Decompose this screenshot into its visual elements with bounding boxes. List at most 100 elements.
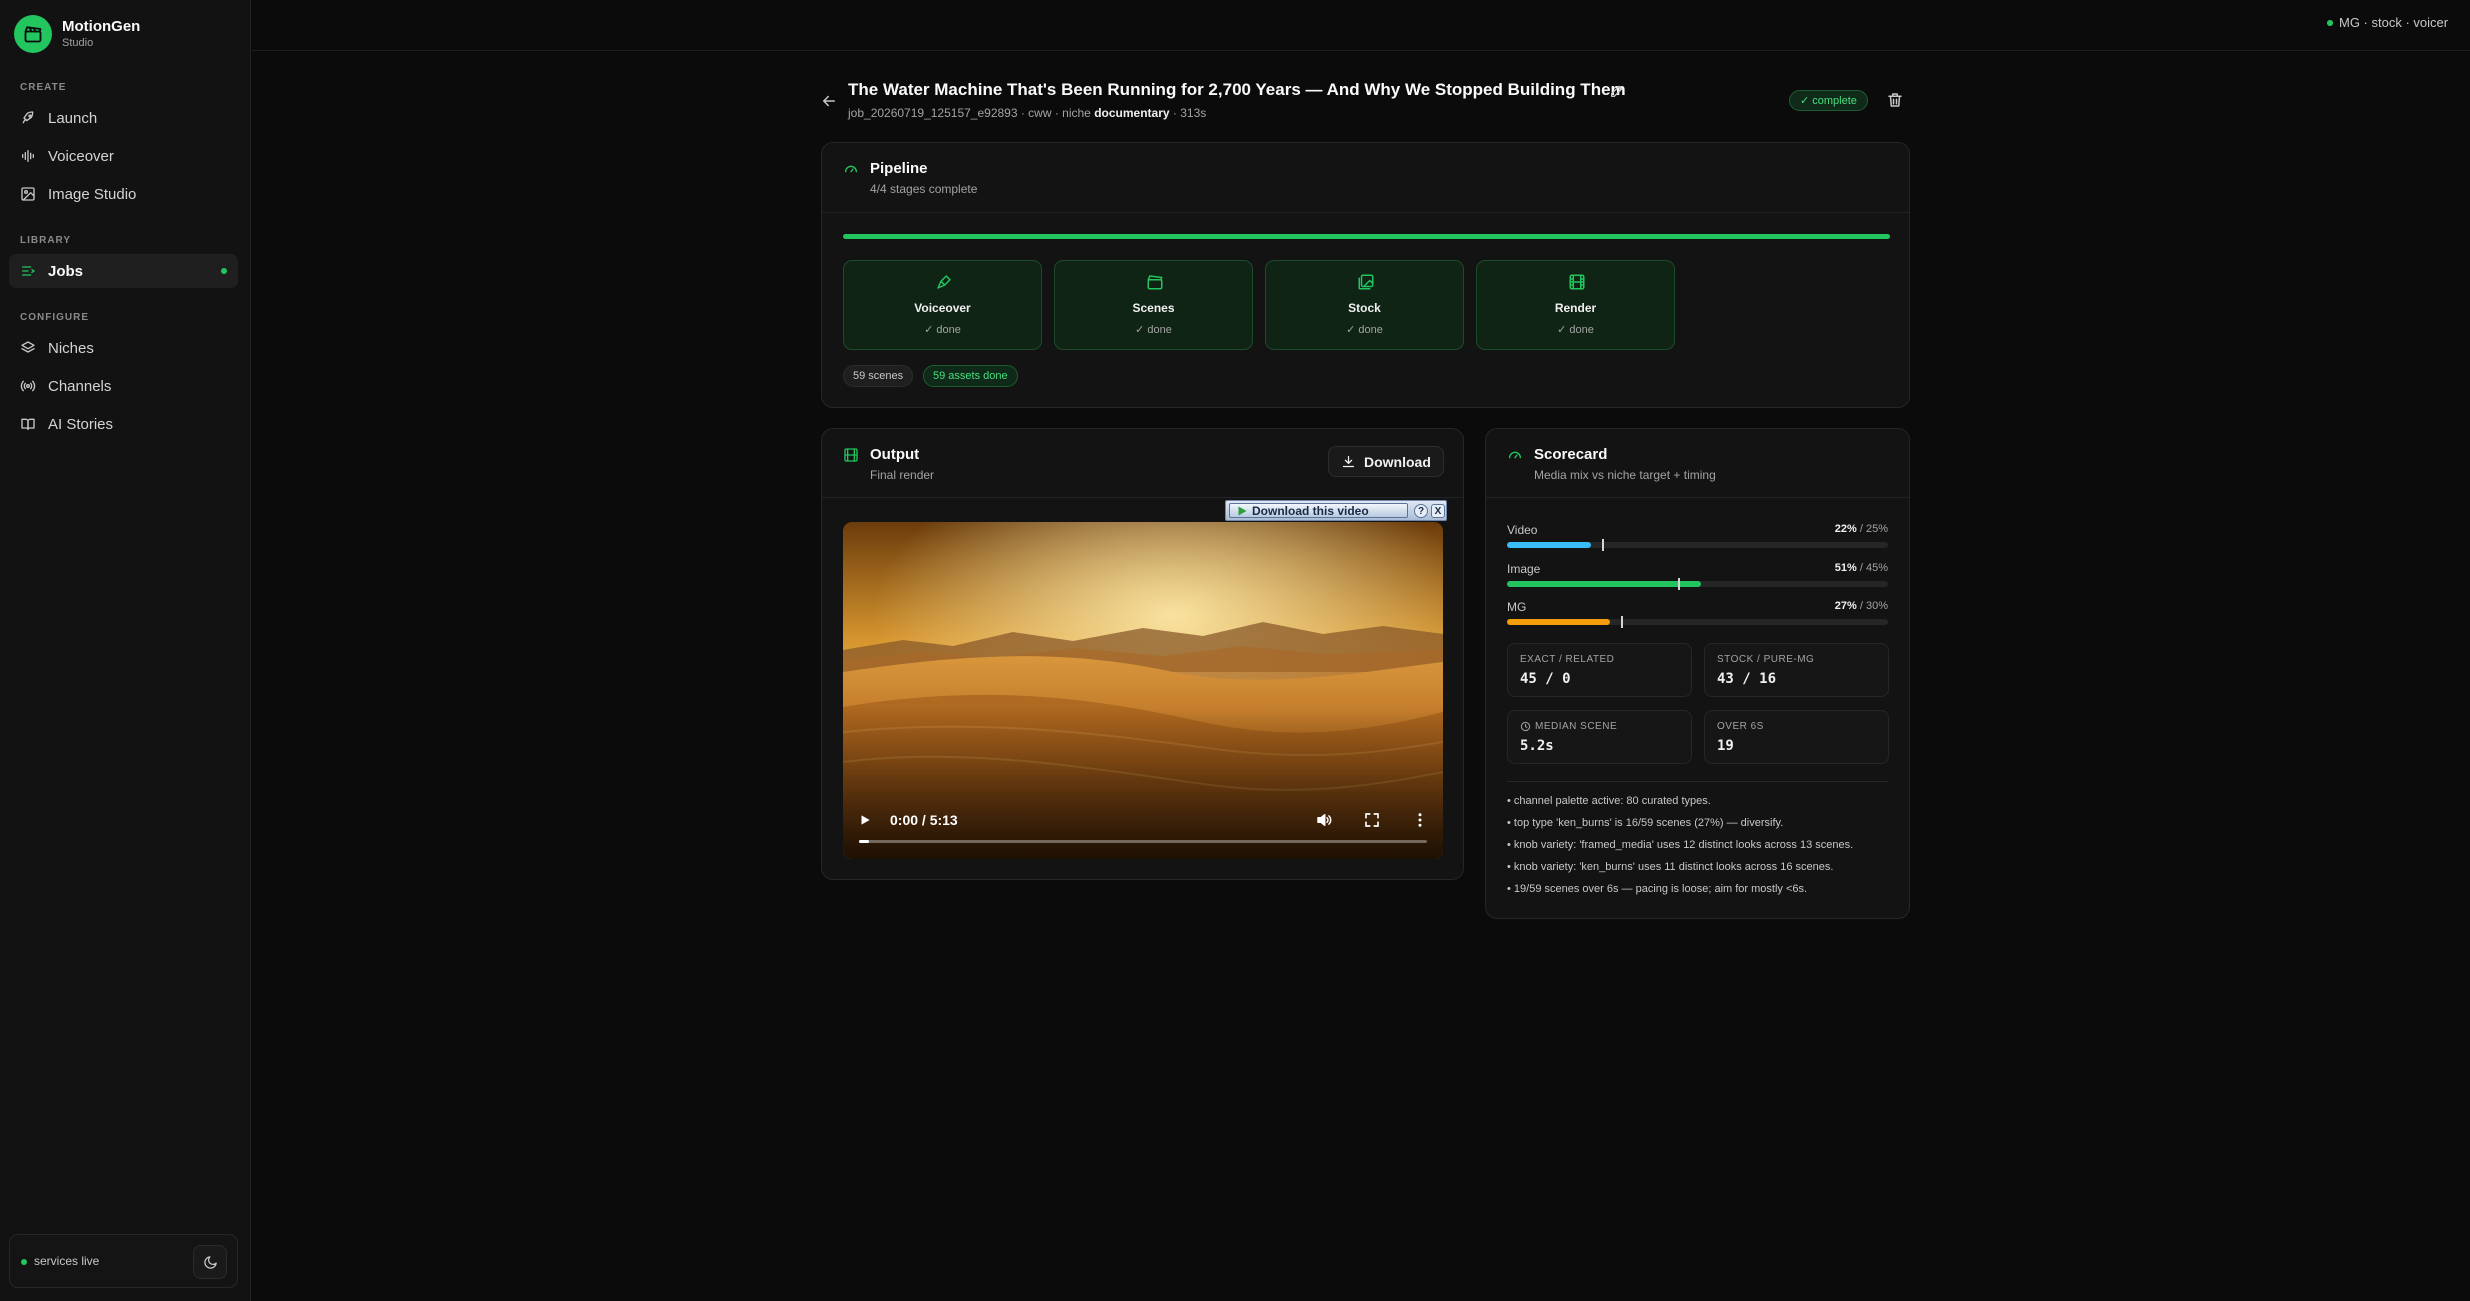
scorecard-subtitle: Media mix vs niche target + timing [1534, 468, 1716, 482]
metric-label-mg: MG [1507, 600, 1527, 614]
metric-target-marker [1602, 539, 1605, 551]
status-dot [21, 1259, 27, 1265]
stage-stock[interactable]: Stock ✓ done [1265, 260, 1464, 350]
metric-target: / 30% [1859, 600, 1888, 612]
stat-label-text: MEDIAN SCENE [1535, 721, 1618, 732]
stage-voiceover[interactable]: Voiceover ✓ done [843, 260, 1042, 350]
video-player[interactable]: 0:00 / 5:13 [843, 522, 1443, 859]
play-icon[interactable] [858, 813, 872, 827]
fullscreen-icon[interactable] [1363, 811, 1381, 829]
sidebar-item-label: Launch [48, 109, 98, 127]
output-card: Output Final render Download 0:00 / 5:13… [821, 428, 1464, 880]
download-this-video-button[interactable]: Download this video [1229, 503, 1408, 518]
metric-bar-image [1507, 578, 1888, 590]
layers-icon [21, 341, 35, 353]
pipeline-progress-bar [843, 234, 1890, 239]
clapperboard-icon [1147, 275, 1163, 290]
volume-icon[interactable] [1315, 811, 1333, 829]
metric-value-video: 22% / 25% [1835, 523, 1888, 535]
microphone-icon [937, 275, 951, 289]
book-icon [21, 418, 35, 430]
image-icon [21, 187, 35, 201]
stage-scenes[interactable]: Scenes ✓ done [1054, 260, 1253, 350]
metric-fill [1507, 581, 1702, 587]
gauge-icon [845, 165, 857, 173]
stat-label: OVER 6S [1717, 721, 1764, 732]
scorecard-note: • channel palette active: 80 curated typ… [1507, 795, 1711, 807]
output-header: Output Final render Download [822, 429, 1463, 498]
metric-value-mg: 27% / 30% [1835, 600, 1888, 612]
sidebar-item-image-studio[interactable]: Image Studio [9, 177, 238, 211]
sidebar-item-label: AI Stories [48, 415, 114, 433]
top-status-dot [2327, 20, 2333, 26]
metric-actual: 51% [1834, 562, 1857, 574]
stage-render[interactable]: Render ✓ done [1476, 260, 1675, 350]
metric-actual: 27% [1834, 600, 1857, 612]
sidebar-item-label: Jobs [48, 262, 84, 280]
sidebar-item-label: Voiceover [48, 147, 114, 165]
download-icon [1342, 455, 1355, 468]
play-icon [1238, 506, 1247, 515]
job-duration: · 313s [1172, 106, 1207, 120]
metric-target-marker [1621, 616, 1624, 628]
video-seek-bar[interactable] [859, 840, 1427, 843]
pencil-icon[interactable] [1609, 83, 1625, 99]
metric-fill [1507, 619, 1610, 625]
popup-label: Download this video [1252, 503, 1369, 518]
sidebar: MotionGen Studio CREATE Launch Voiceover… [0, 0, 251, 1301]
scorecard-note: • top type 'ken_burns' is 16/59 scenes (… [1507, 817, 1784, 829]
popup-help-button[interactable]: ? [1414, 504, 1428, 518]
scenes-count-badge: 59 scenes [843, 365, 914, 387]
trash-icon[interactable] [1886, 91, 1904, 109]
output-subtitle: Final render [870, 468, 935, 482]
sidebar-item-ai-stories[interactable]: AI Stories [9, 407, 238, 441]
metric-label-video: Video [1507, 523, 1538, 537]
nav-section-library: LIBRARY [20, 235, 72, 246]
stat-value: 5.2s [1520, 738, 1554, 754]
status-badge: ✓ complete [1789, 90, 1868, 111]
brand[interactable]: MotionGen Studio [14, 14, 140, 54]
stage-status: ✓ done [1557, 324, 1594, 336]
job-id: job_20260719_125157_e92893 · cww · niche [848, 106, 1091, 120]
film-icon [844, 448, 858, 462]
broadcast-icon [20, 380, 36, 392]
services-status: services live [34, 1254, 100, 1268]
metric-label-image: Image [1507, 562, 1541, 576]
back-arrow-icon[interactable] [820, 92, 838, 110]
scorecard-header: Scorecard Media mix vs niche target + ti… [1486, 429, 1909, 498]
audio-wave-icon [22, 150, 34, 162]
sidebar-item-jobs[interactable]: Jobs [9, 254, 238, 288]
popup-close-button[interactable]: X [1431, 504, 1445, 518]
theme-toggle-button[interactable] [193, 1245, 227, 1279]
stat-value: 43 / 16 [1717, 671, 1777, 687]
divider [1507, 781, 1888, 782]
sidebar-item-channels[interactable]: Channels [9, 369, 238, 403]
video-time: 0:00 / 5:13 [890, 812, 958, 828]
sidebar-item-niches[interactable]: Niches [9, 331, 238, 365]
sidebar-item-voiceover[interactable]: Voiceover [9, 139, 238, 173]
more-vertical-icon[interactable] [1411, 811, 1429, 829]
metric-value-image: 51% / 45% [1835, 562, 1888, 574]
download-button[interactable]: Download [1328, 446, 1444, 477]
stat-label: EXACT / RELATED [1520, 654, 1615, 665]
stage-name: Stock [1348, 301, 1381, 315]
pipeline-header: Pipeline 4/4 stages complete [822, 143, 1909, 213]
metric-bar-video [1507, 539, 1888, 551]
stat-stock-pure-mg: STOCK / PURE-MG 43 / 16 [1704, 643, 1889, 697]
sidebar-item-label: Niches [48, 339, 94, 357]
metric-actual: 22% [1834, 523, 1857, 535]
top-bar [252, 0, 2470, 51]
download-label: Download [1364, 453, 1431, 470]
stage-status: ✓ done [924, 324, 961, 336]
clock-icon [1520, 721, 1531, 732]
scorecard-note: • 19/59 scenes over 6s — pacing is loose… [1507, 883, 1808, 895]
sidebar-item-launch[interactable]: Launch [9, 101, 238, 135]
page-title: The Water Machine That's Been Running fo… [848, 80, 1626, 99]
video-controls: 0:00 / 5:13 [843, 789, 1443, 859]
list-icon [22, 266, 36, 276]
metric-target: / 45% [1859, 562, 1888, 574]
stat-value: 45 / 0 [1520, 671, 1571, 687]
metric-target: / 25% [1859, 523, 1888, 535]
scorecard-note: • knob variety: 'framed_media' uses 12 d… [1507, 839, 1854, 851]
job-niche[interactable]: documentary [1094, 106, 1169, 120]
